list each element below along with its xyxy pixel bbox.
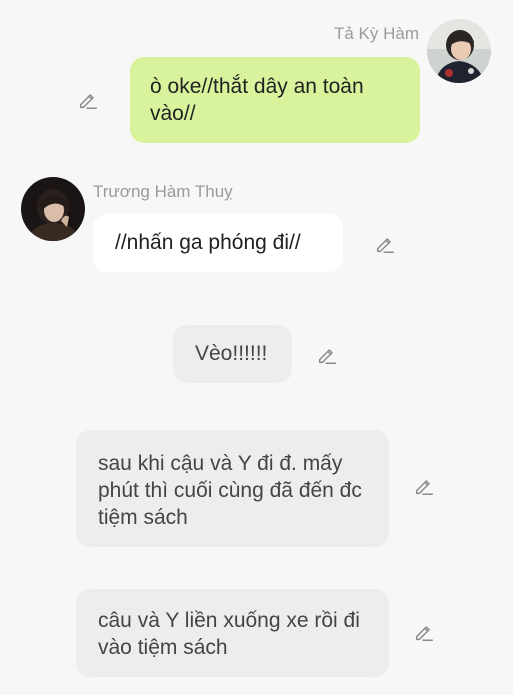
sender-name: Tả Kỳ Hàm — [333, 24, 419, 43]
message-bubble[interactable]: //nhấn ga phóng đi// — [93, 214, 343, 272]
narration-bubble[interactable]: câu và Y liền xuống xe rồi đi vào tiệm s… — [76, 589, 389, 677]
pencil-icon[interactable] — [413, 621, 435, 643]
pencil-icon[interactable] — [374, 233, 396, 255]
avatar[interactable] — [427, 19, 491, 83]
pencil-icon[interactable] — [316, 344, 338, 366]
avatar[interactable] — [21, 177, 85, 241]
sender-name: Trương Hàm Thuỵ — [93, 182, 233, 201]
narration-bubble[interactable]: sau khi cậu và Y đi đ. mấy phút thì cuối… — [76, 430, 389, 547]
message-bubble[interactable]: ò oke//thắt dây an toàn vào// — [130, 57, 420, 143]
pencil-icon[interactable] — [413, 475, 435, 497]
narration-bubble[interactable]: Vèo!!!!!! — [173, 325, 292, 383]
pencil-icon[interactable] — [77, 89, 99, 111]
